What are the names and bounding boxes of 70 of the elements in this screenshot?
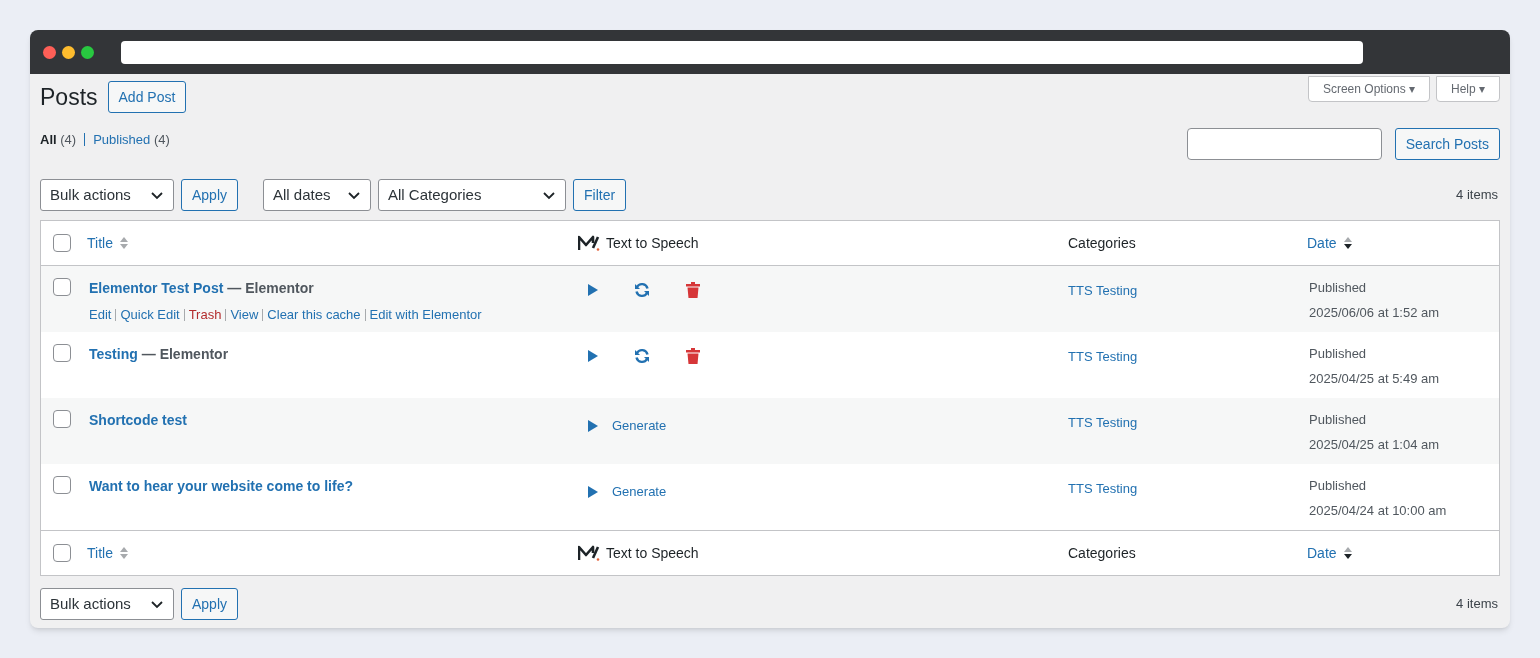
column-header-link[interactable]: Date [1307, 232, 1337, 254]
row-action-link[interactable]: Quick Edit [120, 305, 180, 325]
items-count: 4 items [1456, 186, 1499, 205]
column-header-link[interactable]: Date [1307, 542, 1337, 564]
post-title-link[interactable]: Testing [89, 344, 138, 365]
checkbox[interactable] [53, 476, 71, 494]
trash-icon[interactable] [686, 282, 700, 298]
checkbox[interactable] [53, 278, 71, 296]
category-link[interactable]: TTS Testing [1068, 415, 1138, 430]
items-count: 4 items [1456, 595, 1499, 614]
column-header: Categories [1068, 233, 1136, 253]
column-header-link[interactable]: Title [87, 232, 113, 254]
row-action-link[interactable]: Edit with Elementor [369, 305, 482, 325]
row-action-link[interactable]: Edit [89, 305, 112, 325]
post-date: 2025/06/06 at 1:52 am [1309, 303, 1441, 322]
column-header: Categories [1068, 543, 1136, 563]
play-icon[interactable] [588, 350, 598, 362]
generate-link[interactable]: Generate [612, 482, 667, 502]
search-posts-button[interactable]: Search Posts [1394, 128, 1500, 160]
category-link[interactable]: TTS Testing [1068, 349, 1138, 364]
dropdown-select[interactable]: All Categories [378, 179, 567, 211]
page-title: Posts [40, 83, 98, 112]
trash-icon[interactable] [686, 348, 700, 364]
column-header-link[interactable]: Title [87, 542, 113, 564]
checkbox[interactable] [53, 544, 71, 562]
post-date: 2025/04/24 at 10:00 am [1309, 501, 1448, 520]
sort-arrows-icon[interactable] [1342, 235, 1353, 251]
column-header: Text to Speech [606, 233, 699, 253]
search-field[interactable] [1186, 128, 1382, 160]
post-date: 2025/04/25 at 5:49 am [1309, 369, 1441, 388]
refresh-icon[interactable] [634, 348, 650, 364]
generate-link[interactable]: Generate [612, 416, 667, 436]
column-header: Text to Speech [606, 543, 699, 563]
address-bar[interactable] [121, 40, 1363, 64]
add-post-button[interactable]: Add Post [107, 81, 187, 114]
post-status: Published [1309, 345, 1368, 363]
view-filter-link[interactable]: All (4) [40, 130, 77, 150]
help-button[interactable]: Help ▾ [1436, 76, 1500, 102]
post-status: Published [1309, 411, 1368, 429]
apply-button[interactable]: Apply [181, 179, 239, 211]
row-action-link[interactable]: Clear this cache [267, 305, 361, 325]
category-link[interactable]: TTS Testing [1068, 481, 1138, 496]
apply-button[interactable]: Apply [181, 588, 239, 620]
logo-icon [578, 545, 600, 561]
dropdown-select[interactable]: Bulk actions [40, 588, 174, 620]
checkbox[interactable] [53, 234, 71, 252]
post-state: — Elementor [141, 345, 229, 364]
post-title-link[interactable]: Shortcode test [89, 410, 187, 431]
checkbox[interactable] [53, 410, 71, 428]
logo-icon [578, 235, 600, 251]
post-status: Published [1309, 279, 1368, 297]
post-title-link[interactable]: Elementor Test Post [89, 278, 224, 299]
category-link[interactable]: TTS Testing [1068, 283, 1138, 298]
filter-button[interactable]: Filter [573, 179, 627, 211]
row-action-link[interactable]: Trash [188, 305, 222, 325]
play-icon[interactable] [588, 419, 598, 432]
checkbox[interactable] [53, 344, 71, 362]
view-filter-link[interactable]: Published (4) [93, 130, 170, 150]
post-state: — Elementor [227, 279, 314, 298]
refresh-icon[interactable] [634, 282, 650, 298]
play-icon[interactable] [588, 284, 598, 296]
row-action-link[interactable]: View [230, 305, 259, 325]
screen-options-button[interactable]: Screen Options ▾ [1307, 76, 1430, 102]
post-date: 2025/04/25 at 1:04 am [1309, 435, 1441, 454]
dropdown-select[interactable]: All dates [263, 179, 372, 211]
dropdown-select[interactable]: Bulk actions [40, 179, 174, 211]
post-status: Published [1309, 477, 1368, 495]
sort-arrows-icon[interactable] [1342, 545, 1353, 561]
post-title-link[interactable]: Want to hear your website come to life? [89, 476, 353, 497]
play-icon[interactable] [588, 485, 598, 498]
